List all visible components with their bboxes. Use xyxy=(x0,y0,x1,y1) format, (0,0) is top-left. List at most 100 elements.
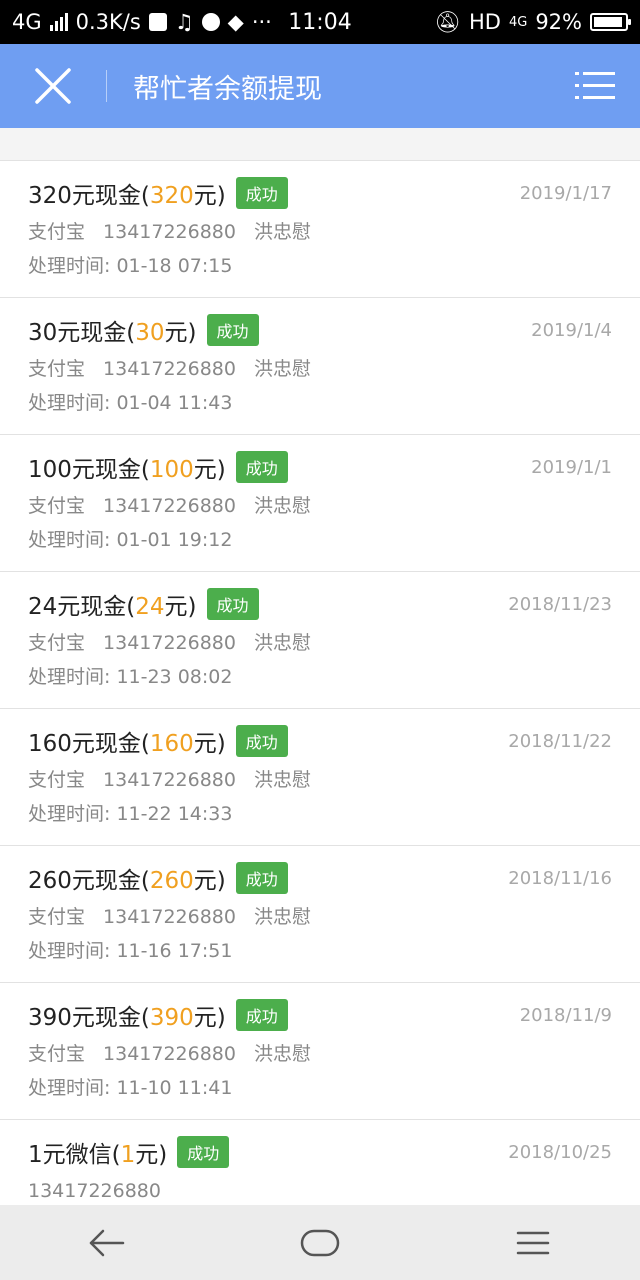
record-name: 260元现金(260元) xyxy=(28,868,226,894)
status-badge: 成功 xyxy=(235,999,288,1031)
system-nav-bar xyxy=(0,1205,640,1280)
withdrawal-record[interactable]: 320元现金(320元) 成功 2019/1/17 支付宝 13417226880 洪… xyxy=(0,161,640,298)
signal-icon xyxy=(49,13,68,31)
page-title: 帮忙者余额提现 xyxy=(133,73,322,105)
processed-time: 处理时间: 01-18 07:15 xyxy=(28,255,233,277)
app-header: 帮忙者余额提现 xyxy=(0,44,640,128)
pay-method: 支付宝 xyxy=(28,632,86,654)
record-name: 1元微信(1元) xyxy=(28,1142,168,1168)
more-icon: ··· xyxy=(251,10,272,34)
net-small-label: 4G xyxy=(508,14,528,30)
processed-time: 处理时间: 11-10 11:41 xyxy=(28,1077,233,1099)
back-arrow-icon xyxy=(89,1229,124,1256)
withdrawal-record[interactable]: 100元现金(100元) 成功 2019/1/1 支付宝 13417226880 洪忠… xyxy=(0,435,640,572)
account-number: 13417226880 xyxy=(103,495,236,517)
status-bar: 4G 0.3K/s ♫ ◆ ··· 11:04 🔕︎ HD 4G 92% xyxy=(0,0,640,44)
battery-icon xyxy=(590,13,631,31)
menu-button[interactable] xyxy=(550,44,640,128)
pay-method: 支付宝 xyxy=(28,221,86,243)
account-holder: 洪忠慰 xyxy=(254,632,312,654)
account-holder: 洪忠慰 xyxy=(254,221,312,243)
account-number: 13417226880 xyxy=(103,906,236,928)
withdrawal-record[interactable]: 1元微信(1元) 成功 2018/10/25 13417226880 xyxy=(0,1120,640,1210)
hd-label: HD xyxy=(468,10,501,34)
home-icon xyxy=(300,1229,340,1256)
account-number: 13417226880 xyxy=(28,1180,161,1202)
withdrawal-record[interactable]: 260元现金(260元) 成功 2018/11/16 支付宝 13417226880… xyxy=(0,846,640,983)
record-amount: 260 xyxy=(149,868,194,894)
record-name: 390元现金(390元) xyxy=(28,1005,226,1031)
menu-icon xyxy=(517,1231,550,1254)
account-holder: 洪忠慰 xyxy=(254,769,312,791)
record-name: 100元现金(100元) xyxy=(28,457,226,483)
record-name: 320元现金(320元) xyxy=(28,183,226,209)
account-number: 13417226880 xyxy=(103,221,236,243)
record-amount: 24 xyxy=(135,594,165,620)
account-number: 13417226880 xyxy=(103,632,236,654)
withdrawal-record[interactable]: 30元现金(30元) 成功 2019/1/4 支付宝 13417226880 洪忠慰 … xyxy=(0,298,640,435)
record-date: 2018/11/23 xyxy=(508,594,612,615)
mute-bell-icon: 🔕︎ xyxy=(434,9,461,34)
status-right: 🔕︎ HD 4G 92% xyxy=(434,9,631,35)
account-holder: 洪忠慰 xyxy=(254,495,312,517)
status-left: 4G 0.3K/s ♫ ◆ ··· xyxy=(12,10,272,34)
account-number: 13417226880 xyxy=(103,1043,236,1065)
storage-icon xyxy=(201,13,220,31)
close-button[interactable] xyxy=(0,44,106,128)
message-icon xyxy=(148,13,167,31)
record-date: 2018/11/9 xyxy=(519,1005,612,1026)
pay-method: 支付宝 xyxy=(28,495,86,517)
record-amount: 1 xyxy=(120,1142,136,1168)
withdrawal-record[interactable]: 24元现金(24元) 成功 2018/11/23 支付宝 13417226880 洪忠… xyxy=(0,572,640,709)
net-speed: 0.3K/s xyxy=(75,10,141,34)
record-date: 2018/11/16 xyxy=(508,868,612,889)
status-badge: 成功 xyxy=(177,1136,230,1168)
record-amount: 320 xyxy=(149,183,194,209)
record-name: 30元现金(30元) xyxy=(28,320,197,346)
account-holder: 洪忠慰 xyxy=(254,358,312,380)
header-divider xyxy=(106,70,107,102)
record-date: 2019/1/4 xyxy=(531,320,612,341)
status-badge: 成功 xyxy=(206,314,259,346)
record-name: 24元现金(24元) xyxy=(28,594,197,620)
processed-time: 处理时间: 11-16 17:51 xyxy=(28,940,233,962)
network-type: 4G xyxy=(12,10,42,34)
pay-method: 支付宝 xyxy=(28,906,86,928)
back-button[interactable] xyxy=(67,1213,147,1273)
record-amount: 30 xyxy=(135,320,165,346)
music-icon: ♫ xyxy=(174,10,194,34)
processed-time: 处理时间: 01-01 19:12 xyxy=(28,529,233,551)
status-badge: 成功 xyxy=(235,725,288,757)
status-badge: 成功 xyxy=(235,862,288,894)
shield-icon: ◆ xyxy=(227,10,244,34)
pay-method: 支付宝 xyxy=(28,358,86,380)
record-amount: 100 xyxy=(149,457,194,483)
record-date: 2019/1/1 xyxy=(531,457,612,478)
record-amount: 160 xyxy=(149,731,194,757)
account-number: 13417226880 xyxy=(103,358,236,380)
status-badge: 成功 xyxy=(206,588,259,620)
recent-apps-button[interactable] xyxy=(493,1213,573,1273)
account-holder: 洪忠慰 xyxy=(254,906,312,928)
processed-time: 处理时间: 01-04 11:43 xyxy=(28,392,233,414)
withdrawal-record[interactable]: 160元现金(160元) 成功 2018/11/22 支付宝 13417226880… xyxy=(0,709,640,846)
status-badge: 成功 xyxy=(235,451,288,483)
withdrawal-list: 320元现金(320元) 成功 2019/1/17 支付宝 13417226880 洪… xyxy=(0,160,640,1210)
battery-percent: 92% xyxy=(535,10,582,34)
list-menu-icon xyxy=(575,72,615,99)
account-holder: 洪忠慰 xyxy=(254,1043,312,1065)
record-name: 160元现金(160元) xyxy=(28,731,226,757)
record-date: 2019/1/17 xyxy=(519,183,612,204)
record-amount: 390 xyxy=(149,1005,194,1031)
status-badge: 成功 xyxy=(235,177,288,209)
record-date: 2018/10/25 xyxy=(508,1142,612,1163)
account-number: 13417226880 xyxy=(103,769,236,791)
processed-time: 处理时间: 11-22 14:33 xyxy=(28,803,233,825)
withdrawal-record[interactable]: 390元现金(390元) 成功 2018/11/9 支付宝 13417226880 洪… xyxy=(0,983,640,1120)
processed-time: 处理时间: 11-23 08:02 xyxy=(28,666,233,688)
pay-method: 支付宝 xyxy=(28,769,86,791)
close-icon xyxy=(35,68,71,104)
home-button[interactable] xyxy=(280,1213,360,1273)
pay-method: 支付宝 xyxy=(28,1043,86,1065)
record-date: 2018/11/22 xyxy=(508,731,612,752)
